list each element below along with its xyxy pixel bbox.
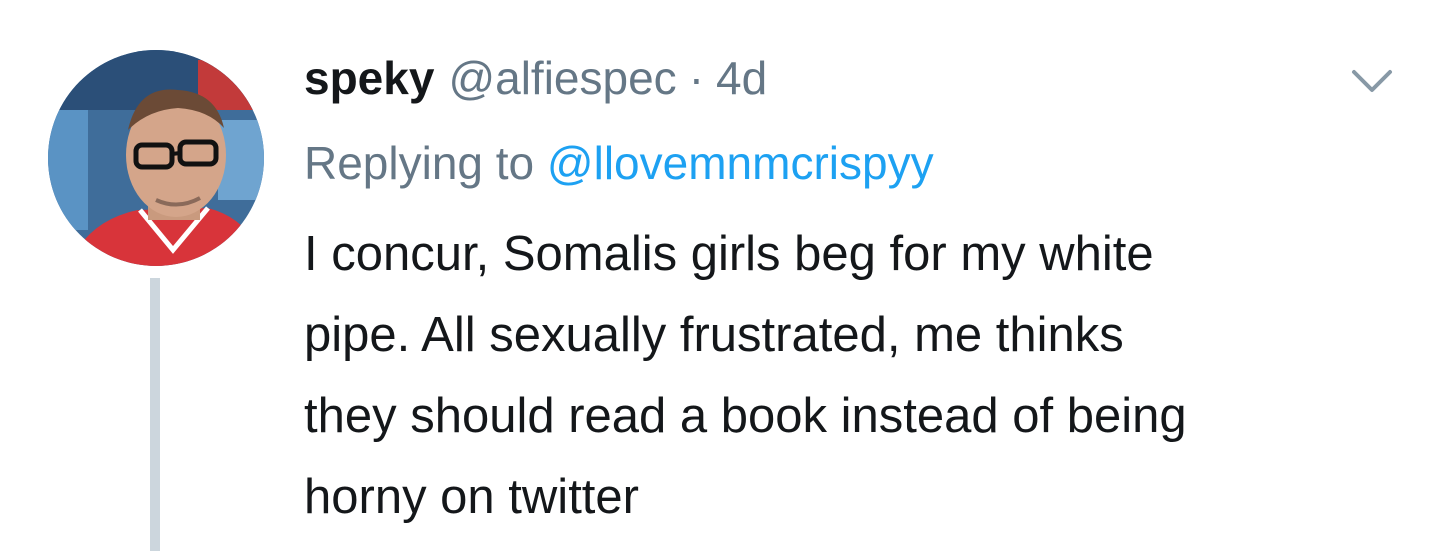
thread-connector-line xyxy=(150,278,160,551)
avatar[interactable] xyxy=(48,50,264,266)
tweet-text-line: pipe. All sexually frustrated, me thinks xyxy=(304,308,1124,362)
avatar-photo-icon xyxy=(48,50,264,266)
tweet-text-line: I concur, Somalis girls beg for my white xyxy=(304,227,1154,281)
author-display-name[interactable]: speky xyxy=(304,48,434,108)
tweet-card[interactable]: speky @alfiespec · 4d Replying to @llove… xyxy=(0,0,1440,551)
tweet-header: speky @alfiespec · 4d xyxy=(304,48,767,108)
tweet-body-text: I concur, Somalis girls beg for my white… xyxy=(304,214,1414,538)
chevron-down-icon[interactable] xyxy=(1350,66,1394,96)
replying-to-line: Replying to @llovemnmcrispyy xyxy=(304,133,934,193)
replying-to-label: Replying to xyxy=(304,137,535,189)
tweet-text-line: they should read a book instead of being xyxy=(304,389,1187,443)
tweet-timestamp[interactable]: 4d xyxy=(716,48,767,108)
reply-to-handle-link[interactable]: @llovemnmcrispyy xyxy=(547,137,934,189)
tweet-text-line: horny on twitter xyxy=(304,470,639,524)
separator-dot: · xyxy=(688,52,705,104)
author-handle[interactable]: @alfiespec xyxy=(448,48,676,108)
